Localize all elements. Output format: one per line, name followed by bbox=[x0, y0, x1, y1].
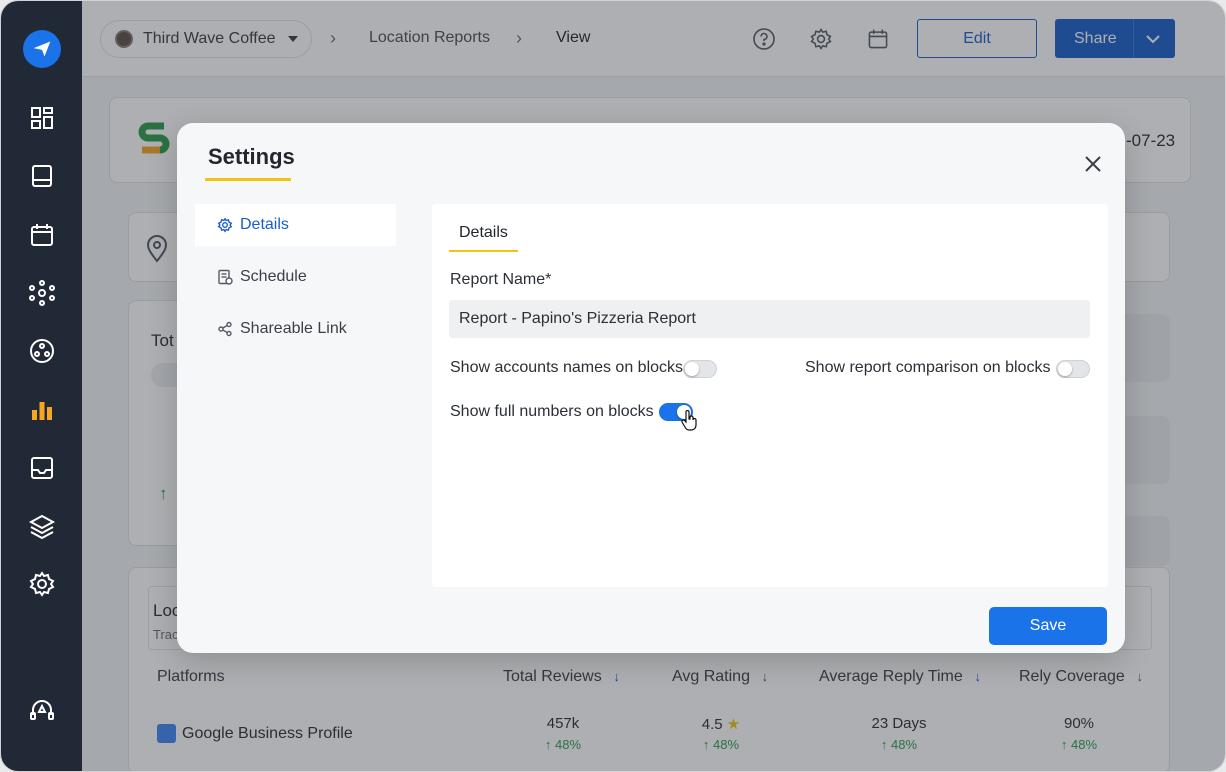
nav-item-label: Details bbox=[240, 216, 289, 233]
toggle-label-account-names: Show accounts names on blocks bbox=[450, 359, 684, 376]
sidebar-item-community[interactable] bbox=[23, 332, 61, 370]
users-circle-icon bbox=[30, 339, 54, 363]
dashboard-icon bbox=[31, 107, 53, 129]
nav-item-label: Schedule bbox=[240, 268, 307, 285]
modal-title: Settings bbox=[208, 144, 295, 169]
toggle-knob bbox=[1058, 362, 1072, 376]
tab-details[interactable]: Details bbox=[449, 224, 518, 252]
send-icon bbox=[33, 41, 51, 57]
details-panel: Details Report Name* Show accounts names… bbox=[432, 204, 1108, 587]
calendar-icon bbox=[31, 224, 53, 246]
book-icon bbox=[32, 165, 52, 187]
nav-item-label: Shareable Link bbox=[240, 320, 347, 337]
toggle-label-report-comparison: Show report comparison on blocks bbox=[805, 359, 1051, 376]
sidebar-item-dashboard[interactable] bbox=[23, 99, 61, 137]
sidebar-item-calendar[interactable] bbox=[23, 216, 61, 254]
close-icon[interactable] bbox=[1082, 153, 1104, 175]
network-icon bbox=[29, 280, 55, 306]
hand-pointer-icon bbox=[681, 410, 697, 431]
toggle-report-comparison[interactable] bbox=[1056, 360, 1090, 378]
nav-item-schedule[interactable]: Schedule bbox=[195, 256, 396, 298]
sidebar-item-support[interactable] bbox=[23, 691, 61, 729]
inbox-icon bbox=[31, 457, 53, 479]
sidebar bbox=[1, 1, 82, 771]
sidebar-item-settings[interactable] bbox=[23, 565, 61, 603]
nav-item-shareable-link[interactable]: Shareable Link bbox=[195, 308, 396, 350]
save-button[interactable]: Save bbox=[989, 607, 1107, 645]
gear-icon bbox=[29, 571, 55, 597]
sidebar-item-analytics[interactable] bbox=[23, 391, 61, 429]
bar-chart-icon bbox=[32, 402, 52, 420]
title-underline bbox=[205, 178, 291, 181]
toggle-label-full-numbers: Show full numbers on blocks bbox=[450, 403, 654, 420]
report-name-input[interactable] bbox=[449, 300, 1090, 338]
settings-modal: Settings Details Schedule Shareable Link… bbox=[177, 123, 1125, 653]
sidebar-item-inbox[interactable] bbox=[23, 449, 61, 487]
toggle-account-names[interactable] bbox=[683, 360, 717, 378]
report-name-label: Report Name* bbox=[450, 271, 552, 288]
app-logo[interactable] bbox=[23, 30, 61, 68]
sidebar-item-reports[interactable] bbox=[23, 157, 61, 195]
app-window: Third Wave Coffee › Location Reports › V… bbox=[0, 0, 1226, 772]
schedule-icon bbox=[218, 269, 233, 285]
headset-icon bbox=[30, 700, 54, 720]
sidebar-item-network[interactable] bbox=[23, 274, 61, 312]
layers-icon bbox=[28, 514, 56, 540]
sidebar-item-layers[interactable] bbox=[23, 507, 61, 545]
nav-item-details[interactable]: Details bbox=[195, 204, 396, 246]
gear-icon bbox=[217, 217, 233, 233]
toggle-knob bbox=[685, 362, 699, 376]
share-icon bbox=[218, 321, 232, 337]
